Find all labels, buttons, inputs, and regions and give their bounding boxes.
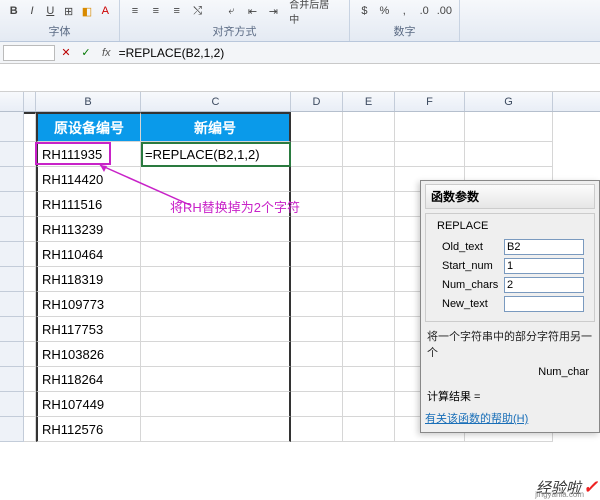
indent-inc-icon[interactable]: ⇥ [264,2,282,20]
orient-icon[interactable]: ⤭ [189,2,207,20]
header-c: 新编号 [141,112,291,142]
function-args-dialog: 函数参数 REPLACE Old_text Start_num Num_char… [420,180,600,433]
new-text-label: New_text [442,298,504,310]
comma-icon[interactable]: , [396,2,413,20]
fx-icon[interactable]: fx [102,47,111,59]
indent-dec-icon[interactable]: ⇤ [243,2,261,20]
italic-icon[interactable]: I [24,2,39,20]
new-text-input[interactable] [504,296,584,312]
dialog-title: 函数参数 [425,184,595,209]
dialog-result: 计算结果 = [427,388,593,404]
align-mid-icon[interactable]: ≡ [147,2,165,20]
group-label-number: 数字 [356,23,453,39]
merge-button[interactable]: 合并后居中 [285,2,343,20]
old-text-label: Old_text [442,241,504,253]
col-hdr-b[interactable]: B [36,92,141,111]
dialog-desc: 将一个字符串中的部分字符用另一个 [427,328,593,360]
dec-dec-icon[interactable]: .00 [436,2,453,20]
group-label-font: 字体 [6,23,113,39]
start-num-input[interactable] [504,258,584,274]
old-text-input[interactable] [504,239,584,255]
currency-icon[interactable]: $ [356,2,373,20]
wrap-icon[interactable]: ⤶ [223,2,241,20]
check-icon: ✓ [583,477,598,498]
font-color-icon[interactable]: A [98,2,113,20]
percent-icon[interactable]: % [376,2,393,20]
name-box[interactable] [3,45,55,61]
callout-text: 将RH替换掉为2个字符 [170,197,300,216]
header-b: 原设备编号 [36,112,141,142]
column-headers: B C D E F G [0,92,600,112]
align-bot-icon[interactable]: ≡ [168,2,186,20]
cell-c2[interactable]: =REPLACE(B2,1,2) [141,142,291,167]
dialog-group: REPLACE [434,220,491,232]
col-hdr-d[interactable]: D [291,92,343,111]
col-hdr-a[interactable] [24,92,36,111]
num-chars-label: Num_chars [442,279,504,291]
border-icon[interactable]: ⊞ [61,2,76,20]
col-hdr-g[interactable]: G [465,92,553,111]
start-num-label: Start_num [442,260,504,272]
fill-color-icon[interactable]: ◧ [79,2,94,20]
col-hdr-f[interactable]: F [395,92,465,111]
watermark: 经验啦 ✓ jingyanla.com [536,477,598,498]
formula-bar-row: ✕ ✓ fx =REPLACE(B2,1,2) [0,42,600,64]
dialog-help-link[interactable]: 有关该函数的帮助(H) [425,410,595,426]
ribbon: B I U ⊞ ◧ A 字体 ≡ ≡ ≡ ⤭ ⤶ ⇤ ⇥ 合并后居中 对齐方式 … [0,0,600,42]
inc-dec-icon[interactable]: .0 [416,2,433,20]
group-label-align: 对齐方式 [126,23,343,39]
bold-icon[interactable]: B [6,2,21,20]
col-hdr-c[interactable]: C [141,92,291,111]
accept-icon[interactable]: ✓ [78,45,94,61]
dialog-desc-right: Num_char [431,366,589,378]
underline-icon[interactable]: U [43,2,58,20]
align-top-icon[interactable]: ≡ [126,2,144,20]
formula-text[interactable]: =REPLACE(B2,1,2) [115,46,225,60]
cancel-icon[interactable]: ✕ [58,45,74,61]
watermark-sub: jingyanla.com [535,490,584,499]
cell-b2[interactable]: RH111935 [36,142,141,167]
table-row: RH111935 =REPLACE(B2,1,2) [0,142,600,167]
num-chars-input[interactable] [504,277,584,293]
col-hdr-e[interactable]: E [343,92,395,111]
